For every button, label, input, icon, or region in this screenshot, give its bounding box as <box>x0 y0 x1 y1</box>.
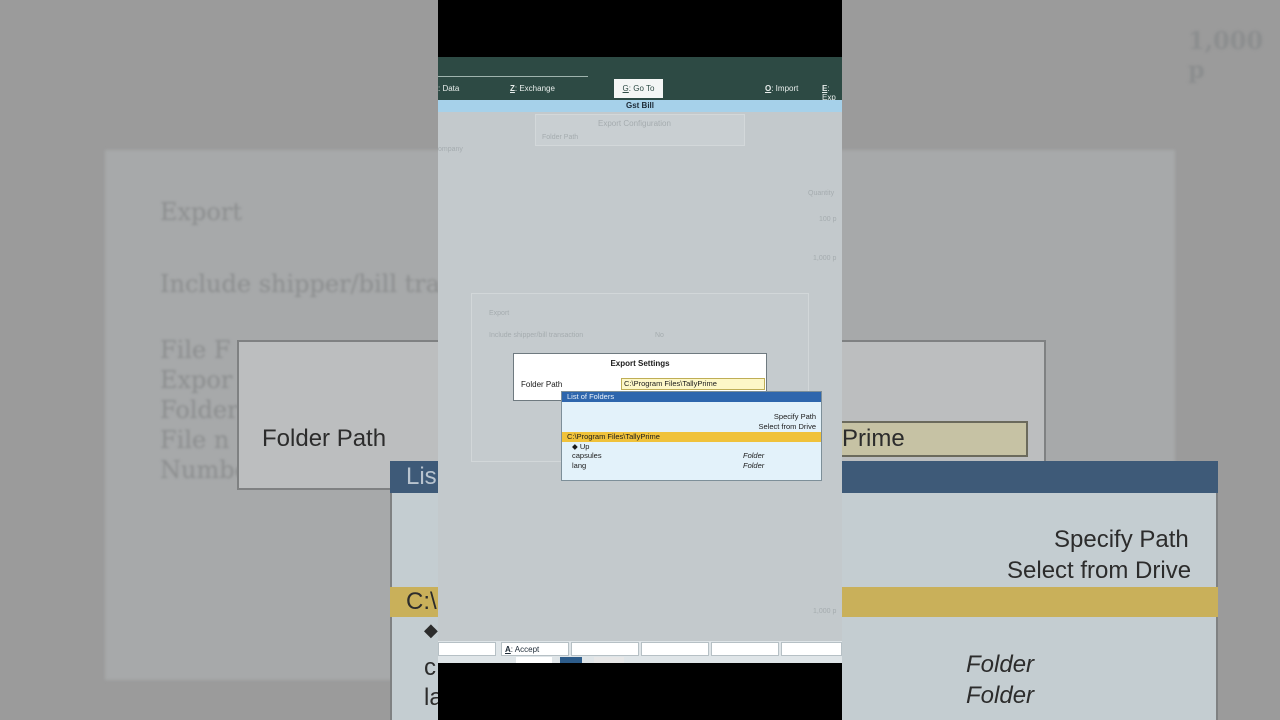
bottom-slot-4[interactable] <box>641 642 709 656</box>
up-row[interactable]: ◆ Up <box>572 442 589 451</box>
include-value: No <box>655 332 664 339</box>
window-title: Gst Bill <box>438 100 842 112</box>
bottom-button-bar: A: Accept <box>438 641 842 663</box>
menu-goto[interactable]: G: Go To <box>614 79 663 98</box>
quantity-header: Quantity <box>808 190 835 197</box>
export-configuration-title: Export Configuration <box>598 119 671 128</box>
background-folder-type-2: Folder <box>966 682 1035 709</box>
background-line-5: Numbe <box>160 456 249 484</box>
bottom-slot-3[interactable] <box>571 642 639 656</box>
background-folder-path-field: Prime <box>840 421 1028 457</box>
menu-data[interactable]: : Data <box>438 84 459 93</box>
background-line-2: Expor <box>160 366 233 394</box>
list-title: List of Folders <box>562 392 821 402</box>
background-line-3: Folder <box>160 396 239 424</box>
menu-import-label: : Import <box>771 84 799 93</box>
folder-type-capsules: Folder <box>743 451 765 460</box>
menu-import[interactable]: O: Import <box>765 84 798 93</box>
quantity-value-2: 1,000 p <box>813 255 837 262</box>
specify-path-option[interactable]: Specify Path <box>774 412 816 421</box>
background-select-from-drive: Select from Drive <box>1007 557 1192 584</box>
quantity-value-1: 100 p <box>819 216 837 223</box>
folder-path-label: Folder Path <box>521 380 563 389</box>
taskbar-item-2 <box>560 657 582 663</box>
tally-window: : Data Z: Exchange G: Go To O: Import E:… <box>438 57 842 663</box>
bottom-slot-6[interactable] <box>781 642 842 656</box>
menu-goto-label: : Go To <box>628 84 655 93</box>
background-top-right-value: 1,000 p <box>1188 26 1264 84</box>
list-of-folders: List of Folders Specify Path Select from… <box>561 391 822 481</box>
taskbar-item-3 <box>594 657 624 663</box>
folder-path-input[interactable]: C:\Program Files\TallyPrime <box>621 378 765 390</box>
background-line-1: File F <box>160 336 231 364</box>
background-folder-path-label: Folder Path <box>262 425 387 452</box>
background-diamond-icon: ◆ <box>424 620 438 640</box>
quantity-value-3: 1,000 p <box>813 608 837 615</box>
folder-row-lang[interactable]: lang <box>572 461 586 470</box>
top-menu-bar: : Data Z: Exchange G: Go To O: Import E:… <box>438 57 842 102</box>
background-folder-list-title: Lis <box>406 463 437 490</box>
app-frame: : Data Z: Exchange G: Go To O: Import E:… <box>438 0 842 720</box>
select-from-drive-option[interactable]: Select from Drive <box>758 422 816 431</box>
dialog-title: Export Settings <box>610 359 670 368</box>
selected-folder-row[interactable]: C:\Program Files\TallyPrime <box>562 432 821 442</box>
export-box-heading: Export <box>489 310 510 317</box>
background-line-4: File n <box>160 426 230 454</box>
background-selected-text: C:\ <box>406 588 437 615</box>
accept-label: : Accept <box>510 645 540 654</box>
background-specify-path: Specify Path <box>1054 526 1189 553</box>
company-ghost: ompany <box>438 146 463 153</box>
include-label: Include shipper/bill transaction <box>489 332 584 339</box>
folder-row-capsules[interactable]: capsules <box>572 451 602 460</box>
diamond-icon: ◆ <box>572 442 580 451</box>
bottom-slot-5[interactable] <box>711 642 779 656</box>
folder-type-lang: Folder <box>743 461 765 470</box>
background-folder-type-1: Folder <box>966 651 1035 678</box>
taskbar-item-1 <box>516 657 552 663</box>
background-export-heading: Export <box>160 198 242 226</box>
menu-exchange-label: : Exchange <box>514 84 555 93</box>
menu-exchange[interactable]: Z: Exchange <box>510 84 555 93</box>
accept-button[interactable]: A: Accept <box>501 642 569 656</box>
export-configuration-box: Export Configuration Folder Path <box>535 114 745 146</box>
folder-path-ghost: Folder Path <box>542 134 579 141</box>
up-label: Up <box>579 442 590 451</box>
background-row-c: c <box>424 654 436 681</box>
menu-divider <box>438 76 588 77</box>
bottom-slot-1[interactable] <box>438 642 496 656</box>
